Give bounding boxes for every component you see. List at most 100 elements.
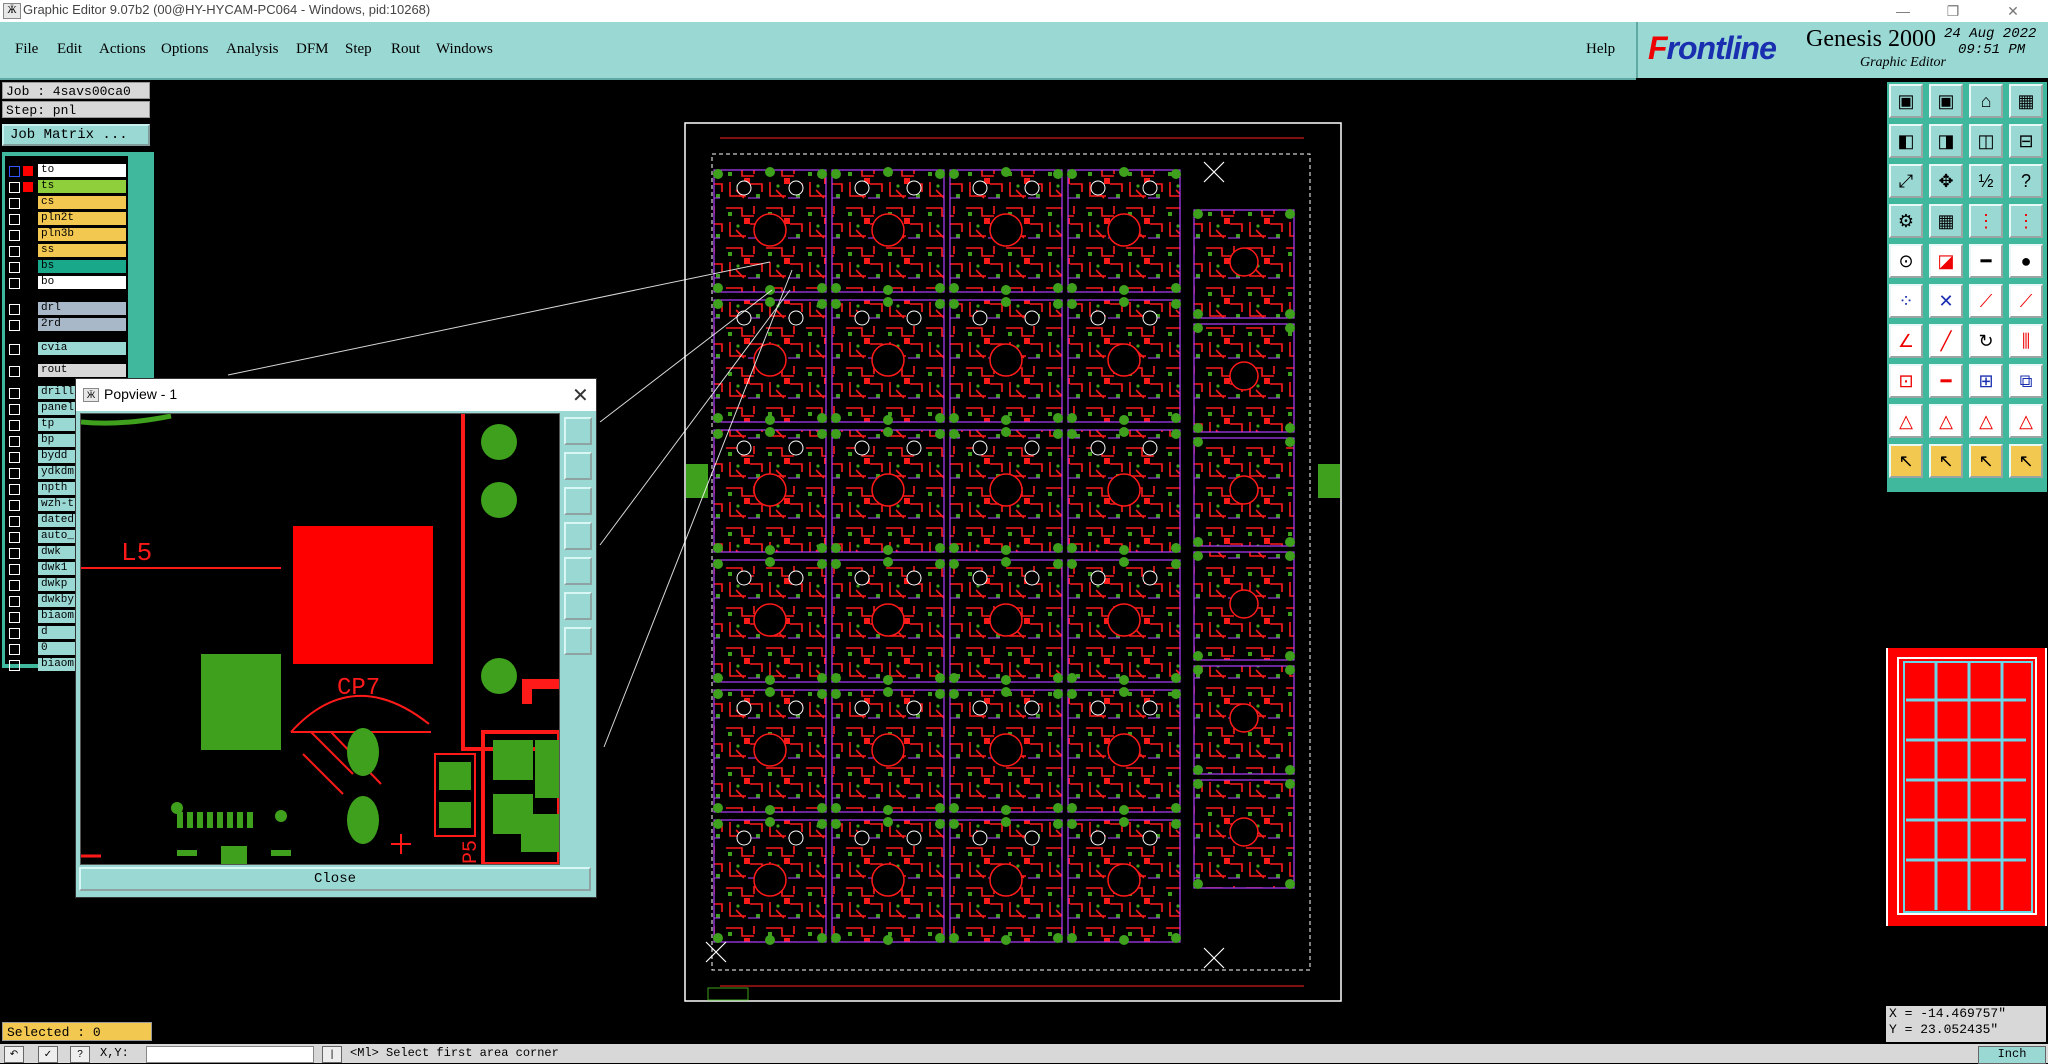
minus-icon[interactable]: ━ [1929, 364, 1963, 398]
split-icon[interactable]: ⫼ [2009, 324, 2043, 358]
pointer-select-icon[interactable]: ↖ [1929, 444, 1963, 478]
layer-row[interactable]: drl [5, 302, 128, 317]
snap-blue-icon[interactable]: ⋮ [2009, 204, 2043, 238]
layer-name[interactable]: to [38, 164, 126, 177]
job-matrix-button[interactable]: Job Matrix ... [2, 124, 150, 146]
layer-checkbox[interactable] [9, 198, 20, 209]
window-cycle-icon[interactable]: ◫ [1969, 124, 2003, 158]
help-query-icon[interactable]: ? [2009, 164, 2043, 198]
layer-checkbox[interactable] [9, 230, 20, 241]
layer-name[interactable]: ss [38, 244, 126, 257]
menu-actions[interactable]: Actions [99, 41, 146, 58]
layer-row[interactable]: pln2t [5, 212, 128, 227]
layer-name[interactable]: bs [38, 260, 126, 273]
grid-icon[interactable]: ▦ [1929, 204, 1963, 238]
triangle-d-icon[interactable]: △ [2009, 404, 2043, 438]
layer-checkbox[interactable] [9, 564, 20, 575]
popview-zoom-in-icon[interactable] [564, 592, 592, 620]
pointer-icon[interactable]: ↖ [1889, 444, 1923, 478]
check-icon[interactable]: ✓ [38, 1046, 58, 1063]
layer-checkbox[interactable] [9, 388, 20, 399]
menu-windows[interactable]: Windows [436, 41, 493, 58]
menu-options[interactable]: Options [161, 41, 209, 58]
menu-help[interactable]: Help [1586, 41, 1615, 58]
layer-checkbox[interactable] [9, 532, 20, 543]
popview-right-icon[interactable] [564, 557, 592, 585]
ruler-icon[interactable]: | [322, 1046, 342, 1063]
popview-left-icon[interactable] [564, 522, 592, 550]
popview-zoom-fit-icon[interactable] [564, 627, 592, 655]
net-icon[interactable]: ⟋ [1969, 284, 2003, 318]
layer-icon[interactable]: ◪ [1929, 244, 1963, 278]
layer-row[interactable]: rout [5, 364, 128, 379]
connect-icon[interactable]: ⁘ [1889, 284, 1923, 318]
open-job-icon[interactable]: ▣ [1889, 84, 1923, 118]
popview-close-icon[interactable]: ✕ [572, 383, 589, 408]
minimap[interactable] [1886, 648, 2047, 926]
layer-checkbox[interactable] [9, 484, 20, 495]
dash-icon[interactable]: ━ [1969, 244, 2003, 278]
layer-checkbox[interactable] [9, 580, 20, 591]
layer-row[interactable]: cvia [5, 342, 128, 357]
pad-icon[interactable]: ⊡ [1889, 364, 1923, 398]
save-icon[interactable]: ▣ [1929, 84, 1963, 118]
home-icon[interactable]: ⌂ [1969, 84, 2003, 118]
layer-name[interactable]: rout [38, 364, 126, 377]
query-icon[interactable]: ? [70, 1046, 90, 1063]
dot-icon[interactable]: ● [2009, 244, 2043, 278]
menu-file[interactable]: File [15, 41, 38, 58]
layer-name[interactable]: drl [38, 302, 126, 315]
layer-name[interactable]: bo [38, 276, 126, 289]
units-button[interactable]: Inch [1978, 1046, 2046, 1064]
popview-up-icon[interactable] [564, 452, 592, 480]
layer-checkbox[interactable] [9, 344, 20, 355]
layer-name[interactable]: ts [38, 180, 126, 193]
menu-step[interactable]: Step [345, 41, 372, 58]
window-right-icon[interactable]: ◨ [1929, 124, 1963, 158]
triangle-c-icon[interactable]: △ [1969, 404, 2003, 438]
layer-row[interactable]: cs [5, 196, 128, 211]
menu-dfm[interactable]: DFM [296, 41, 329, 58]
zoom-fit-icon[interactable]: ⤢ [1889, 164, 1923, 198]
layer-name[interactable]: 2rd [38, 318, 126, 331]
layer-row[interactable]: bs [5, 260, 128, 275]
layer-checkbox[interactable] [9, 214, 20, 225]
zoom-ratio-icon[interactable]: ½ [1969, 164, 2003, 198]
pcb-panel-view[interactable] [684, 122, 1344, 1004]
popview-canvas[interactable]: L5 CP7 P5 [80, 413, 560, 865]
layer-checkbox[interactable] [9, 516, 20, 527]
layer-checkbox[interactable] [9, 320, 20, 331]
layer-checkbox[interactable] [9, 420, 20, 431]
layer-checkbox[interactable] [9, 304, 20, 315]
menu-analysis[interactable]: Analysis [226, 41, 279, 58]
zoom-home-icon[interactable]: ✥ [1929, 164, 1963, 198]
layer-checkbox[interactable] [9, 246, 20, 257]
triangle-a-icon[interactable]: △ [1889, 404, 1923, 438]
layer-checkbox[interactable] [9, 548, 20, 559]
popview-titlebar[interactable]: Ӝ Popview - 1 ✕ [76, 379, 596, 411]
layer-checkbox[interactable] [9, 660, 20, 671]
layer-checkbox[interactable] [9, 404, 20, 415]
window-shift-icon[interactable]: ⊟ [2009, 124, 2043, 158]
layer-row[interactable]: 2rd [5, 318, 128, 333]
xy-input[interactable] [146, 1046, 314, 1063]
menu-edit[interactable]: Edit [57, 41, 82, 58]
triangle-b-icon[interactable]: △ [1929, 404, 1963, 438]
view-icon[interactable]: ⊙ [1889, 244, 1923, 278]
layer-name[interactable]: pln3b [38, 228, 126, 241]
window-left-icon[interactable]: ◧ [1889, 124, 1923, 158]
angle-icon[interactable]: ∠ [1889, 324, 1923, 358]
layer-checkbox[interactable] [9, 278, 20, 289]
layer-checkbox[interactable] [9, 596, 20, 607]
layer-checkbox[interactable] [9, 182, 20, 193]
layer-name[interactable]: pln2t [38, 212, 126, 225]
pointer-move-icon[interactable]: ↖ [1969, 444, 2003, 478]
close-window-button[interactable]: ✕ [1990, 0, 2036, 22]
menu-rout[interactable]: Rout [391, 41, 420, 58]
layer-checkbox[interactable] [9, 644, 20, 655]
layer-row[interactable]: bo [5, 276, 128, 291]
layer-row[interactable]: to [5, 164, 128, 179]
layer-checkbox[interactable] [9, 436, 20, 447]
layer-row[interactable]: ss [5, 244, 128, 259]
net-plus-icon[interactable]: ⟋ [2009, 284, 2043, 318]
